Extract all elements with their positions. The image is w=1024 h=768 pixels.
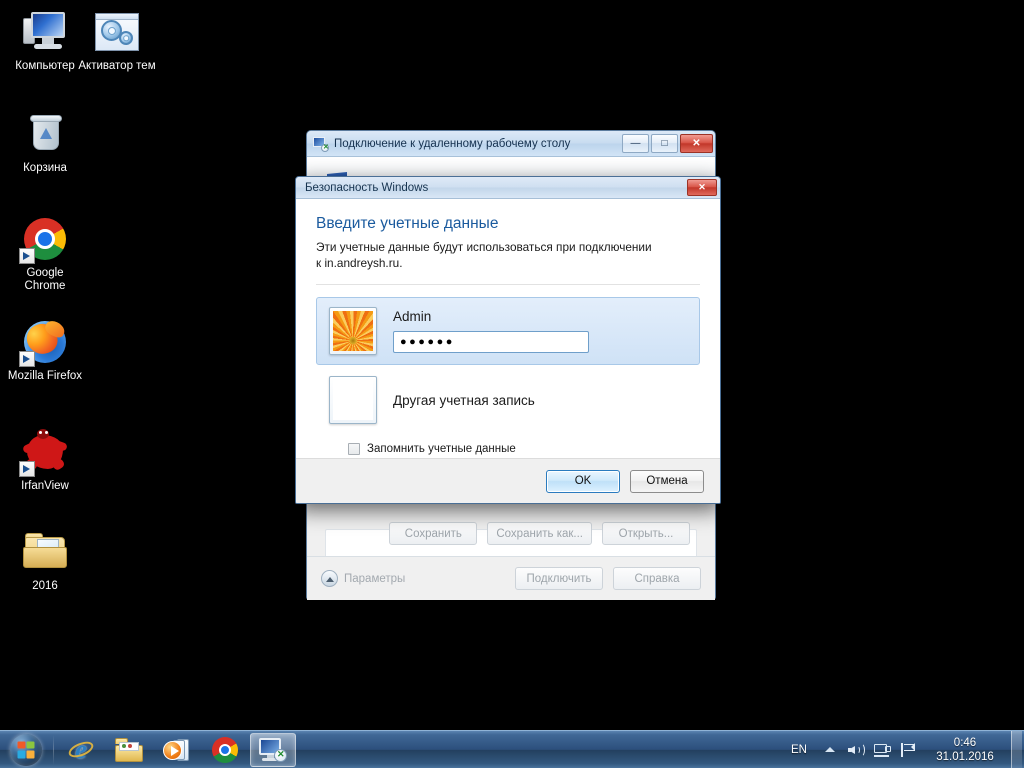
desktop-icon-theme-activator[interactable]: Активатор тем (78, 8, 156, 73)
desktop-icon-label: Mozilla Firefox (7, 370, 83, 382)
credential-list: Admin ●●●●●● Другая учетная запись Запом… (296, 285, 720, 455)
taskbar-button-windows-explorer[interactable] (106, 733, 152, 767)
save-button[interactable]: Сохранить (389, 522, 478, 545)
desktop-icon-mozilla-firefox[interactable]: Mozilla Firefox (6, 318, 84, 383)
network-icon[interactable] (872, 737, 892, 763)
save-as-button[interactable]: Сохранить как... (487, 522, 592, 545)
desktop-icon-computer[interactable]: Компьютер (6, 8, 84, 73)
taskbar-button-internet-explorer[interactable]: e (58, 733, 104, 767)
action-center-flag-icon[interactable] (898, 737, 918, 763)
theme-activator-icon (93, 8, 141, 56)
desktop-icon-recycle-bin[interactable]: Корзина (6, 110, 84, 175)
taskbar-separator (53, 734, 54, 765)
taskbar[interactable]: e EN 0:46 31.01.2016 (0, 730, 1024, 768)
rdp-footer: Параметры Подключить Справка (307, 556, 715, 600)
account-name: Другая учетная запись (393, 392, 535, 408)
remember-credentials-checkbox[interactable] (348, 443, 360, 455)
maximize-button[interactable]: □ (651, 134, 678, 153)
folder-icon (115, 737, 143, 762)
windows-security-dialog[interactable]: Безопасность Windows ✕ Введите учетные д… (295, 176, 721, 504)
account-name: Admin (393, 309, 432, 324)
close-button[interactable]: ✕ (680, 134, 713, 153)
taskbar-button-google-chrome[interactable] (202, 733, 248, 767)
help-button[interactable]: Справка (613, 567, 701, 590)
security-dialog-titlebar[interactable]: Безопасность Windows ✕ (296, 177, 720, 199)
volume-icon[interactable] (846, 737, 866, 763)
connect-button[interactable]: Подключить (515, 567, 603, 590)
rdp-window-title: Подключение к удаленному рабочему столу (334, 137, 571, 150)
irfanview-icon (19, 428, 69, 477)
google-chrome-icon (212, 736, 238, 763)
desktop-icon-irfanview[interactable]: IrfanView (6, 428, 84, 493)
desktop-icon-label: 2016 (32, 580, 58, 592)
credential-tile-admin[interactable]: Admin ●●●●●● (316, 297, 700, 365)
windows-logo-icon (10, 733, 42, 766)
blank-avatar (329, 376, 377, 424)
language-indicator[interactable]: EN (791, 744, 807, 756)
security-dialog-content: Введите учетные данные Эти учетные данны… (296, 199, 720, 285)
taskbar-button-windows-media-player[interactable] (154, 733, 200, 767)
remote-desktop-icon (258, 737, 288, 763)
minimize-button[interactable]: — (622, 134, 649, 153)
open-button[interactable]: Открыть... (602, 522, 690, 545)
mozilla-firefox-icon (19, 318, 69, 367)
media-player-icon (163, 737, 191, 763)
recycle-bin-icon (21, 110, 69, 158)
internet-explorer-icon: e (66, 736, 96, 763)
clock[interactable]: 0:46 31.01.2016 (925, 736, 1005, 764)
flower-avatar (329, 307, 377, 355)
google-chrome-icon (19, 215, 69, 264)
desktop-icon-label: IrfanView (21, 480, 69, 492)
options-label: Параметры (344, 572, 406, 585)
rdp-titlebar[interactable]: Подключение к удаленному рабочему столу … (307, 131, 715, 157)
desktop-icon-folder-2016[interactable]: 2016 (6, 528, 84, 593)
system-tray: EN 0:46 31.01.2016 (791, 730, 1024, 768)
clock-date: 31.01.2016 (936, 750, 994, 763)
rdp-save-buttons-row: Сохранить Сохранить как... Открыть... (326, 522, 690, 545)
desktop-icon-label: Корзина (23, 162, 67, 174)
taskbar-button-remote-desktop-connection[interactable] (250, 732, 296, 767)
desktop-icon-label: Компьютер (15, 60, 75, 72)
chevron-up-icon[interactable] (820, 737, 840, 763)
shortcut-arrow-icon (19, 351, 35, 367)
shortcut-arrow-icon (19, 461, 35, 477)
show-desktop-button[interactable] (1011, 730, 1022, 768)
remote-desktop-icon (313, 136, 329, 152)
password-input[interactable]: ●●●●●● (393, 331, 589, 353)
clock-time: 0:46 (953, 736, 977, 749)
credential-tile-other-account[interactable]: Другая учетная запись (316, 369, 700, 431)
desktop-icon-label: Google Chrome (24, 267, 66, 292)
desktop[interactable]: Компьютер Активатор тем Корзина Google C… (0, 0, 1024, 730)
desktop-icon-google-chrome[interactable]: Google Chrome (6, 215, 84, 293)
options-toggle-button[interactable]: Параметры (321, 570, 405, 587)
close-icon[interactable]: ✕ (687, 179, 717, 196)
remember-credentials-label: Запомнить учетные данные (367, 443, 516, 455)
remember-credentials-row[interactable]: Запомнить учетные данные (348, 443, 700, 455)
ok-button[interactable]: OK (546, 469, 620, 493)
dialog-description: Эти учетные данные будут использоваться … (316, 240, 652, 270)
folder-icon (21, 528, 69, 576)
security-dialog-title: Безопасность Windows (305, 181, 429, 194)
shortcut-arrow-icon (19, 248, 35, 264)
dialog-heading: Введите учетные данные (316, 215, 499, 232)
chevron-up-icon (321, 570, 338, 587)
cancel-button[interactable]: Отмена (630, 469, 704, 493)
desktop-icon-label: Активатор тем (78, 60, 156, 72)
security-dialog-footer: OK Отмена (296, 458, 720, 503)
start-button[interactable] (2, 732, 50, 768)
computer-icon (21, 8, 69, 56)
